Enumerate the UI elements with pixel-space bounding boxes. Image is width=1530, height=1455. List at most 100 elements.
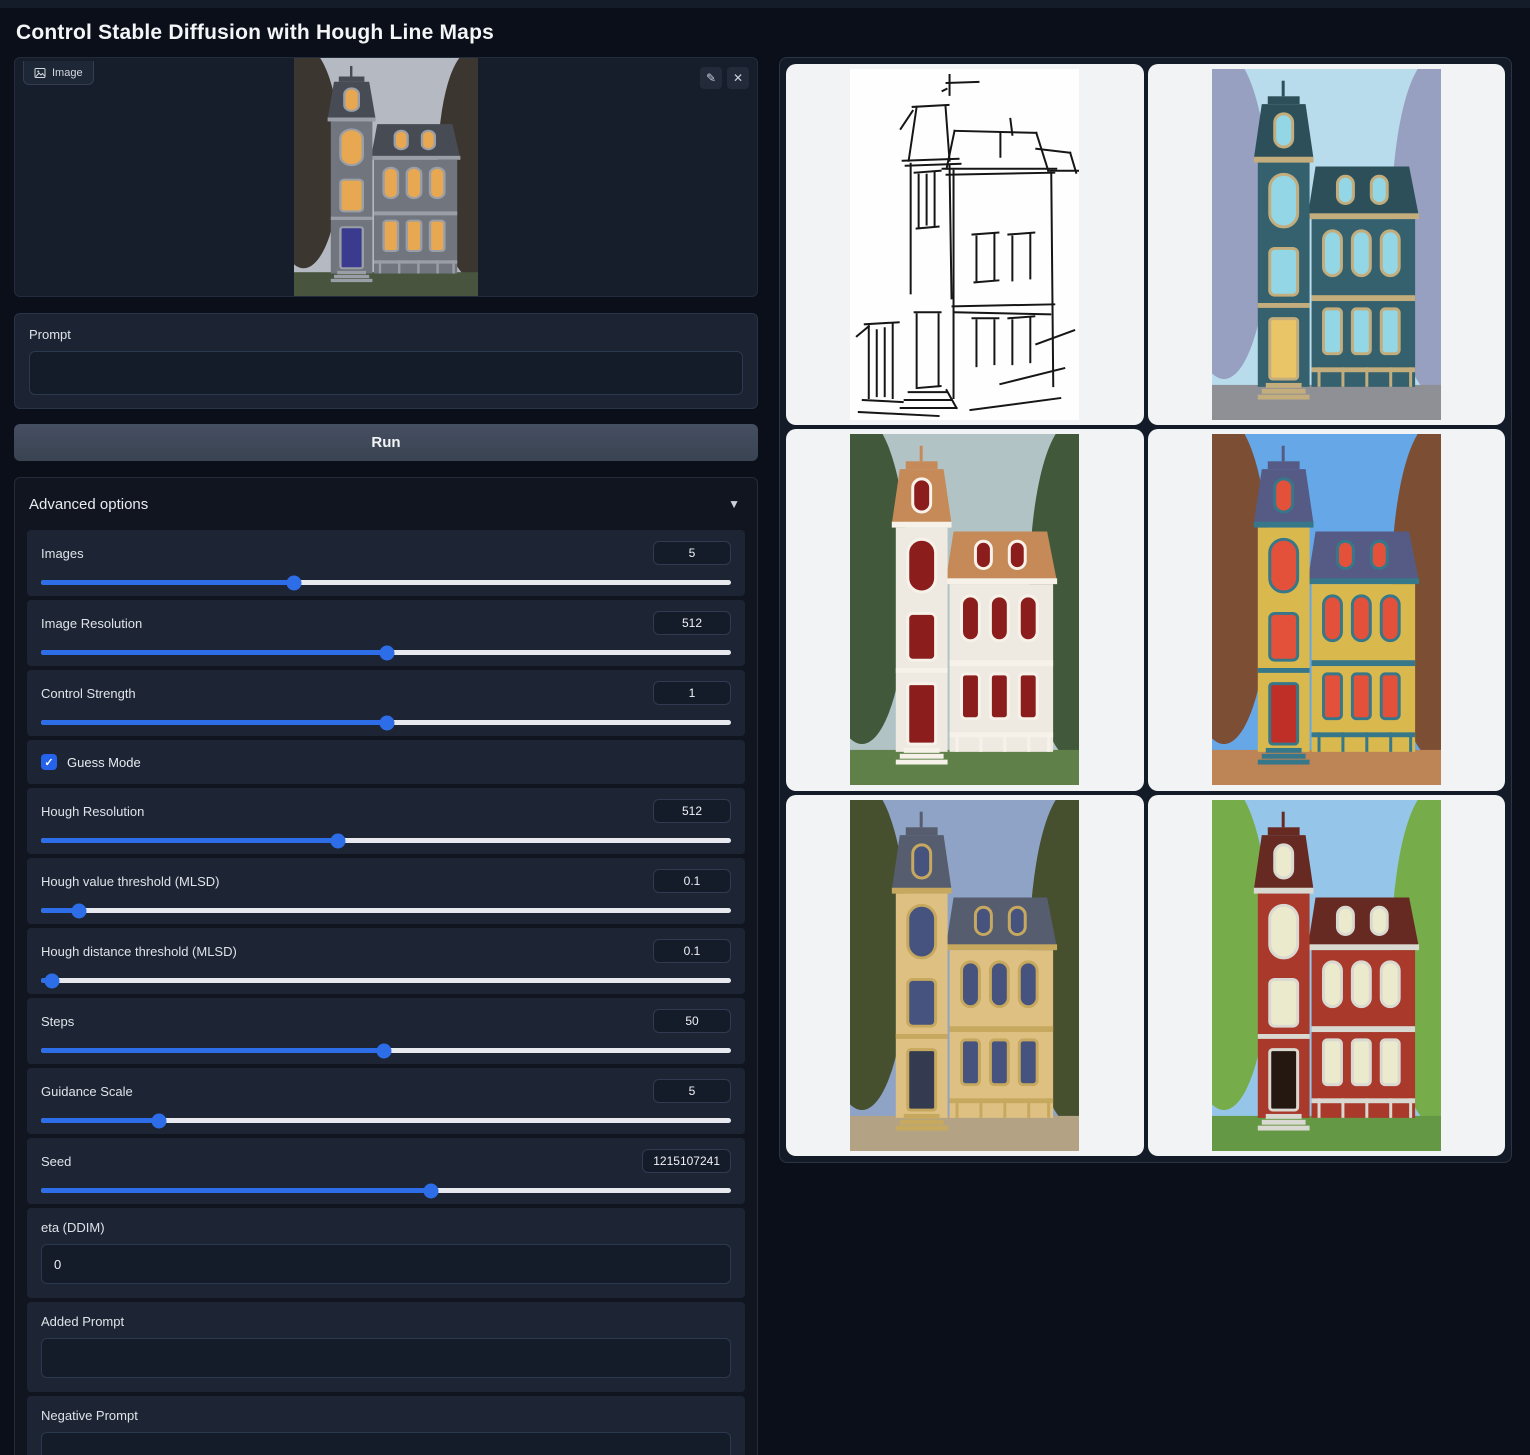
slider-fill [41,1188,431,1193]
slider-track[interactable] [41,978,731,983]
slider-label: Guidance Scale [41,1084,133,1099]
gallery-item-blue-victorian[interactable] [1148,64,1506,425]
slider-value-input[interactable]: 1215107241 [642,1149,731,1173]
slider-value-input[interactable]: 512 [653,611,731,635]
slider-row-hough-value-threshold: Hough value threshold (MLSD) 0.1 [27,858,745,924]
slider[interactable] [41,1182,731,1200]
slider-handle[interactable] [151,1113,166,1128]
page-title: Control Stable Diffusion with Hough Line… [14,8,1512,57]
slider-label: Images [41,546,84,561]
added-prompt-label: Added Prompt [41,1314,731,1329]
clear-image-button[interactable]: ✕ [727,67,749,89]
slider-fill [41,1048,384,1053]
chevron-down-icon: ▼ [728,497,740,511]
gallery-item-hough-line-map[interactable] [786,64,1144,425]
slider-handle[interactable] [379,715,394,730]
slider-value-input[interactable]: 512 [653,799,731,823]
slider-value-input[interactable]: 50 [653,1009,731,1033]
slider-label: Hough value threshold (MLSD) [41,874,219,889]
hough-line-map-image [850,69,1079,420]
slider-row-hough-distance-threshold: Hough distance threshold (MLSD) 0.1 [27,928,745,994]
slider[interactable] [41,902,731,920]
prompt-label: Prompt [29,327,743,342]
slider-fill [41,720,387,725]
slider-row-seed: Seed 1215107241 [27,1138,745,1204]
slider-row-hough-resolution: Hough Resolution 512 [27,788,745,854]
slider-fill [41,580,294,585]
slider[interactable] [41,714,731,732]
gallery-item-gold-victorian[interactable] [786,795,1144,1156]
top-strip [0,0,1530,8]
slider-handle[interactable] [330,833,345,848]
slider-fill [41,650,387,655]
input-image[interactable] [294,58,478,296]
guess-mode-label: Guess Mode [67,755,141,770]
slider-label: Image Resolution [41,616,142,631]
guess-mode-row: ✓ Guess Mode [27,740,745,784]
slider-row-steps: Steps 50 [27,998,745,1064]
prompt-input[interactable] [29,351,743,395]
advanced-options-panel: Advanced options ▼ Images 5 [14,477,758,1455]
slider-row-control-strength: Control Strength 1 [27,670,745,736]
slider[interactable] [41,1042,731,1060]
slider-label: Steps [41,1014,74,1029]
slider-value-input[interactable]: 1 [653,681,731,705]
added-prompt-row: Added Prompt [27,1302,745,1392]
generated-house-painting [1212,800,1441,1151]
checkmark-icon: ✓ [44,756,53,769]
prompt-panel: Prompt [14,313,758,409]
slider-handle[interactable] [379,645,394,660]
slider[interactable] [41,574,731,592]
gallery-item-yellow-victorian[interactable] [1148,429,1506,790]
run-button[interactable]: Run [14,424,758,461]
slider-value-input[interactable]: 5 [653,541,731,565]
advanced-options-accordion[interactable]: Advanced options ▼ [27,478,745,530]
slider-label: Hough distance threshold (MLSD) [41,944,237,959]
gallery-item-white-victorian[interactable] [786,429,1144,790]
slider-row-images: Images 5 [27,530,745,596]
slider-track[interactable] [41,908,731,913]
slider-label: Hough Resolution [41,804,144,819]
slider-value-input[interactable]: 0.1 [653,939,731,963]
negative-prompt-input[interactable] [41,1432,731,1455]
output-gallery [779,57,1512,1163]
slider-label: Control Strength [41,686,136,701]
slider-fill [41,1118,159,1123]
slider[interactable] [41,832,731,850]
slider-value-input[interactable]: 0.1 [653,869,731,893]
edit-image-button[interactable]: ✎ [700,67,722,89]
slider-row-image-resolution: Image Resolution 512 [27,600,745,666]
slider-handle[interactable] [71,903,86,918]
added-prompt-input[interactable] [41,1338,731,1378]
close-icon: ✕ [733,72,743,84]
image-icon [34,67,46,79]
generated-house-painting [850,800,1079,1151]
slider-handle[interactable] [45,973,60,988]
slider-handle[interactable] [376,1043,391,1058]
slider-value-input[interactable]: 5 [653,1079,731,1103]
guess-mode-checkbox[interactable]: ✓ [41,754,57,770]
generated-house-painting [1212,434,1441,785]
eta-ddim-input[interactable]: 0 [41,1244,731,1284]
slider-row-guidance-scale: Guidance Scale 5 [27,1068,745,1134]
generated-house-painting [850,434,1079,785]
image-label: Image [52,67,83,79]
slider-handle[interactable] [287,575,302,590]
pencil-icon: ✎ [706,72,716,84]
slider-handle[interactable] [423,1183,438,1198]
negative-prompt-label: Negative Prompt [41,1408,731,1423]
image-label-badge: Image [23,61,94,85]
gallery-item-red-brick-victorian[interactable] [1148,795,1506,1156]
slider-fill [41,838,338,843]
slider-label: Seed [41,1154,71,1169]
eta-ddim-row: eta (DDIM) 0 [27,1208,745,1298]
victorian-house-photo [294,58,478,296]
advanced-options-title: Advanced options [29,496,148,513]
slider[interactable] [41,972,731,990]
eta-ddim-label: eta (DDIM) [41,1220,731,1235]
input-image-panel[interactable]: Image ✎ ✕ [14,57,758,297]
negative-prompt-row: Negative Prompt [27,1396,745,1455]
generated-house-painting [1212,69,1441,420]
slider[interactable] [41,1112,731,1130]
slider[interactable] [41,644,731,662]
